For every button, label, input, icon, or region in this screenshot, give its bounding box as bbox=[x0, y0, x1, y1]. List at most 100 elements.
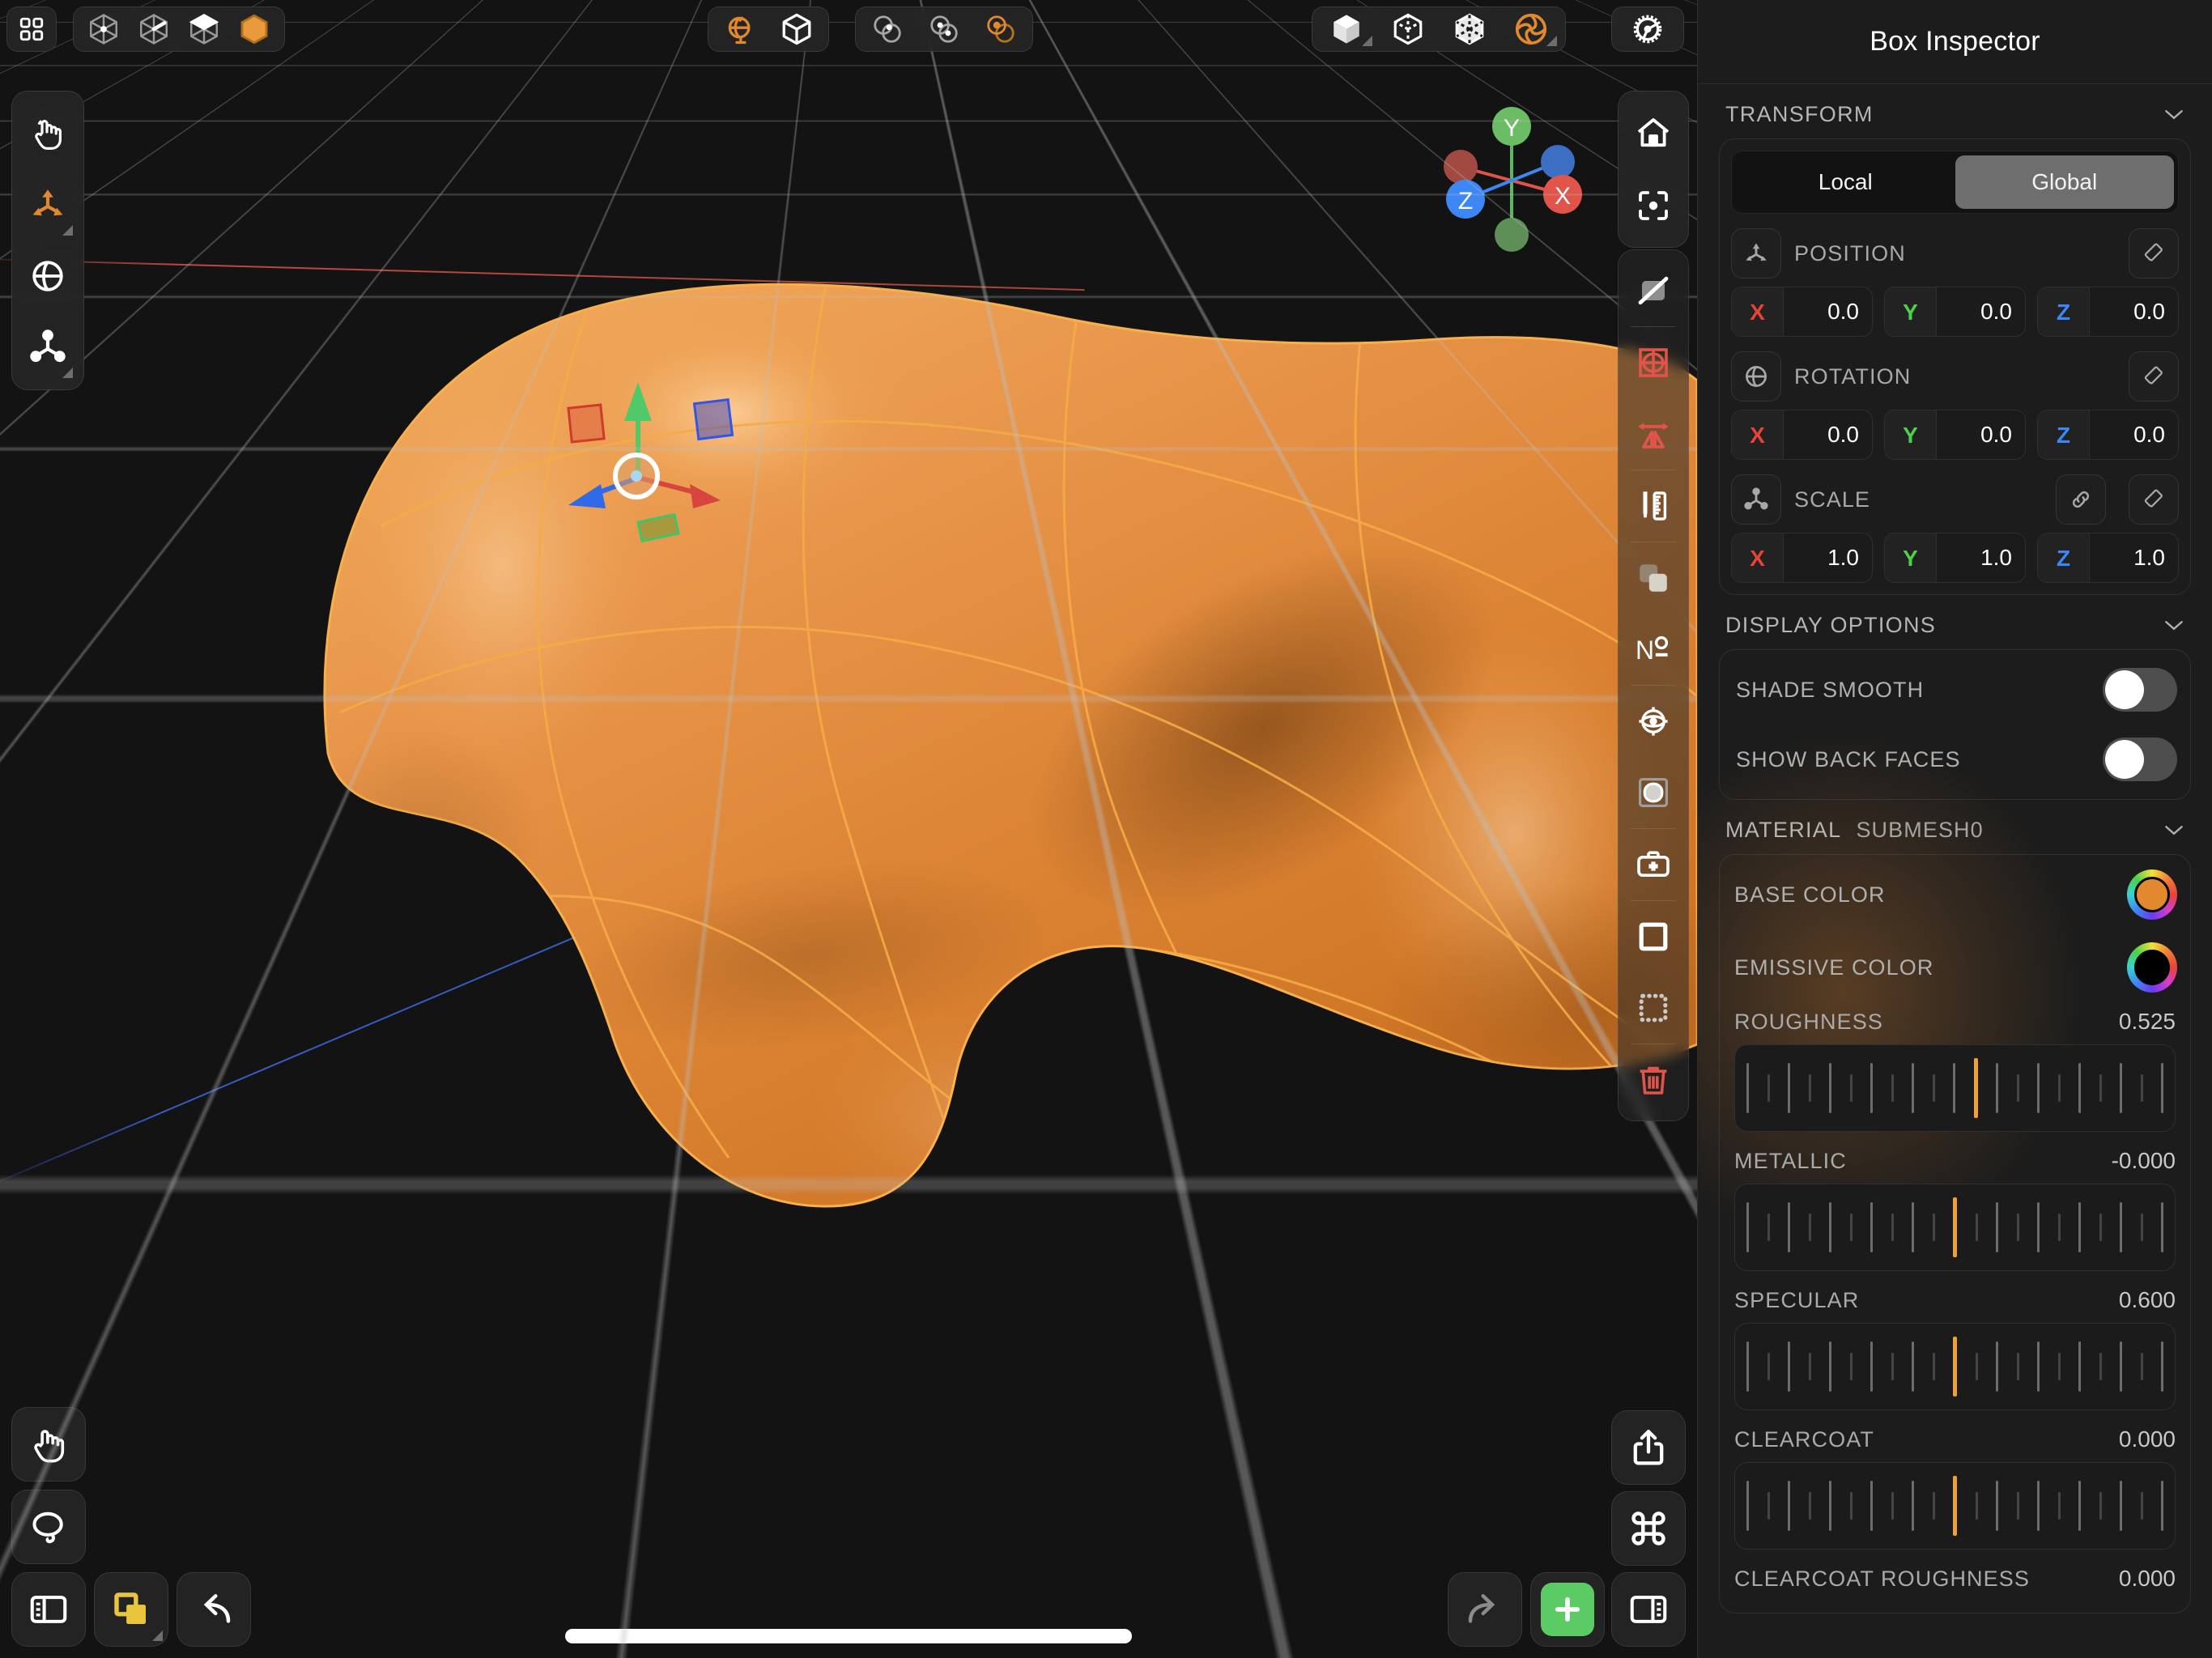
tool-select-icon[interactable] bbox=[18, 98, 78, 169]
symmetry-off-icon[interactable] bbox=[859, 7, 916, 51]
world-space-icon[interactable] bbox=[712, 7, 768, 51]
position-y-value[interactable]: 0.0 bbox=[1937, 299, 2025, 325]
edit-tools-toolbar[interactable]: N bbox=[1618, 249, 1689, 1121]
gizmo-plane-z[interactable] bbox=[692, 397, 734, 441]
pivot-orbit-icon[interactable] bbox=[1623, 686, 1684, 757]
scale-y-value[interactable]: 1.0 bbox=[1937, 545, 2025, 571]
scale-z-field[interactable]: Z 1.0 bbox=[2037, 533, 2179, 583]
shading-toolbar[interactable] bbox=[1312, 6, 1566, 52]
position-reset-button[interactable] bbox=[2129, 228, 2179, 278]
3d-viewport[interactable]: Y X Z N bbox=[0, 0, 1697, 1658]
duplicate-object-button[interactable] bbox=[94, 1572, 168, 1647]
gizmo-plane-x[interactable] bbox=[567, 403, 606, 444]
scale-y-field[interactable]: Y 1.0 bbox=[1884, 533, 2026, 583]
axis-ball-negy[interactable] bbox=[1495, 218, 1529, 252]
toggle-left-panel-button[interactable] bbox=[11, 1572, 86, 1647]
lasso-select-button[interactable] bbox=[11, 1490, 86, 1564]
hide-texture-icon[interactable] bbox=[1623, 255, 1684, 326]
roughness-slider[interactable] bbox=[1734, 1044, 2176, 1132]
rotation-y-value[interactable]: 0.0 bbox=[1937, 422, 2025, 448]
rotation-x-value[interactable]: 0.0 bbox=[1784, 422, 1872, 448]
layout-button-group[interactable] bbox=[6, 6, 57, 52]
rotation-icon[interactable] bbox=[1731, 351, 1781, 402]
repair-mesh-icon[interactable] bbox=[1623, 829, 1684, 900]
command-palette-button[interactable] bbox=[1611, 1491, 1686, 1566]
base-color-swatch[interactable] bbox=[2127, 869, 2177, 920]
undo-button[interactable] bbox=[177, 1572, 251, 1647]
position-x-field[interactable]: X 0.0 bbox=[1731, 287, 1873, 337]
toggle-right-panel-button[interactable] bbox=[1611, 1572, 1686, 1647]
subdivide-icon[interactable] bbox=[1623, 327, 1684, 398]
share-button[interactable] bbox=[1611, 1410, 1686, 1485]
scale-link-button[interactable] bbox=[2056, 474, 2106, 525]
pan-tool-button[interactable] bbox=[11, 1407, 86, 1482]
shading-xray-icon[interactable] bbox=[1439, 7, 1500, 51]
shading-rendered-icon[interactable] bbox=[1500, 7, 1562, 51]
home-view-icon[interactable] bbox=[1623, 96, 1684, 169]
tool-scale-icon[interactable] bbox=[18, 312, 78, 383]
scale-x-value[interactable]: 1.0 bbox=[1784, 545, 1872, 571]
object-space-icon[interactable] bbox=[768, 7, 825, 51]
emissive-color-swatch[interactable] bbox=[2127, 942, 2177, 993]
shade-smooth-toggle[interactable] bbox=[2103, 668, 2177, 712]
rotation-y-field[interactable]: Y 0.0 bbox=[1884, 410, 2026, 460]
space-mode-toolbar[interactable] bbox=[708, 6, 829, 52]
tool-move-icon[interactable] bbox=[18, 169, 78, 240]
numbering-icon[interactable]: N bbox=[1623, 614, 1684, 685]
position-z-field[interactable]: Z 0.0 bbox=[2037, 287, 2179, 337]
rounded-shape-icon[interactable] bbox=[1623, 757, 1684, 828]
edge-select-icon[interactable] bbox=[129, 7, 179, 51]
chevron-down-icon[interactable] bbox=[2163, 108, 2184, 121]
axis-ball-negx[interactable] bbox=[1444, 150, 1478, 184]
duplicate-layer-icon[interactable] bbox=[1623, 542, 1684, 614]
metallic-slider[interactable] bbox=[1734, 1184, 2176, 1271]
space-option-global[interactable]: Global bbox=[1955, 155, 2174, 209]
object-select-icon[interactable] bbox=[229, 7, 279, 51]
select-mode-toolbar[interactable] bbox=[73, 6, 285, 52]
delete-icon[interactable] bbox=[1623, 1044, 1684, 1116]
select-all-icon[interactable] bbox=[1623, 901, 1684, 972]
position-x-value[interactable]: 0.0 bbox=[1784, 299, 1872, 325]
view-tools-toolbar[interactable] bbox=[1618, 91, 1689, 248]
face-select-icon[interactable] bbox=[179, 7, 229, 51]
chevron-down-icon[interactable] bbox=[2163, 824, 2184, 836]
symmetry-toolbar[interactable] bbox=[855, 6, 1033, 52]
symmetry-mirror-icon[interactable] bbox=[916, 7, 972, 51]
frame-selection-icon[interactable] bbox=[1623, 169, 1684, 242]
rotation-reset-button[interactable] bbox=[2129, 351, 2179, 402]
select-none-icon[interactable] bbox=[1623, 972, 1684, 1044]
settings-gear-icon[interactable] bbox=[1620, 2, 1675, 57]
add-object-button[interactable] bbox=[1530, 1572, 1605, 1647]
space-segmented-control[interactable]: Local Global bbox=[1731, 151, 2179, 214]
chevron-down-icon[interactable] bbox=[2163, 619, 2184, 631]
transform-section-header[interactable]: TRANSFORM bbox=[1698, 84, 2212, 138]
scale-icon[interactable] bbox=[1731, 474, 1781, 525]
redo-button[interactable] bbox=[1448, 1572, 1522, 1647]
rotation-z-value[interactable]: 0.0 bbox=[2090, 422, 2178, 448]
scale-z-value[interactable]: 1.0 bbox=[2090, 545, 2178, 571]
tool-rotate-icon[interactable] bbox=[18, 240, 78, 312]
rotation-z-field[interactable]: Z 0.0 bbox=[2037, 410, 2179, 460]
shading-solid-icon[interactable] bbox=[1316, 7, 1377, 51]
rotation-x-field[interactable]: X 0.0 bbox=[1731, 410, 1873, 460]
material-section-header[interactable]: MATERIAL SUBMESH0 bbox=[1698, 800, 2212, 854]
scale-x-field[interactable]: X 1.0 bbox=[1731, 533, 1873, 583]
layout-grid-icon[interactable] bbox=[9, 7, 54, 51]
settings-button[interactable] bbox=[1611, 6, 1684, 52]
specular-slider[interactable] bbox=[1734, 1323, 2176, 1410]
measure-icon[interactable] bbox=[1623, 470, 1684, 542]
show-back-faces-toggle[interactable] bbox=[2103, 738, 2177, 781]
display-options-section-header[interactable]: DISPLAY OPTIONS bbox=[1698, 595, 2212, 649]
position-z-value[interactable]: 0.0 bbox=[2090, 299, 2178, 325]
view-axis-gizmo[interactable]: Y X Z bbox=[1435, 104, 1589, 257]
symmetry-radial-icon[interactable] bbox=[972, 7, 1029, 51]
axis-ball-negz[interactable] bbox=[1541, 145, 1575, 179]
position-icon[interactable] bbox=[1731, 228, 1781, 278]
shading-wireframe-icon[interactable] bbox=[1377, 7, 1439, 51]
vertex-select-icon[interactable] bbox=[79, 7, 129, 51]
space-option-local[interactable]: Local bbox=[1736, 155, 1955, 209]
position-y-field[interactable]: Y 0.0 bbox=[1884, 287, 2026, 337]
scale-reset-button[interactable] bbox=[2129, 474, 2179, 525]
transform-tools-toolbar[interactable] bbox=[11, 91, 84, 390]
clearcoat-slider[interactable] bbox=[1734, 1462, 2176, 1550]
